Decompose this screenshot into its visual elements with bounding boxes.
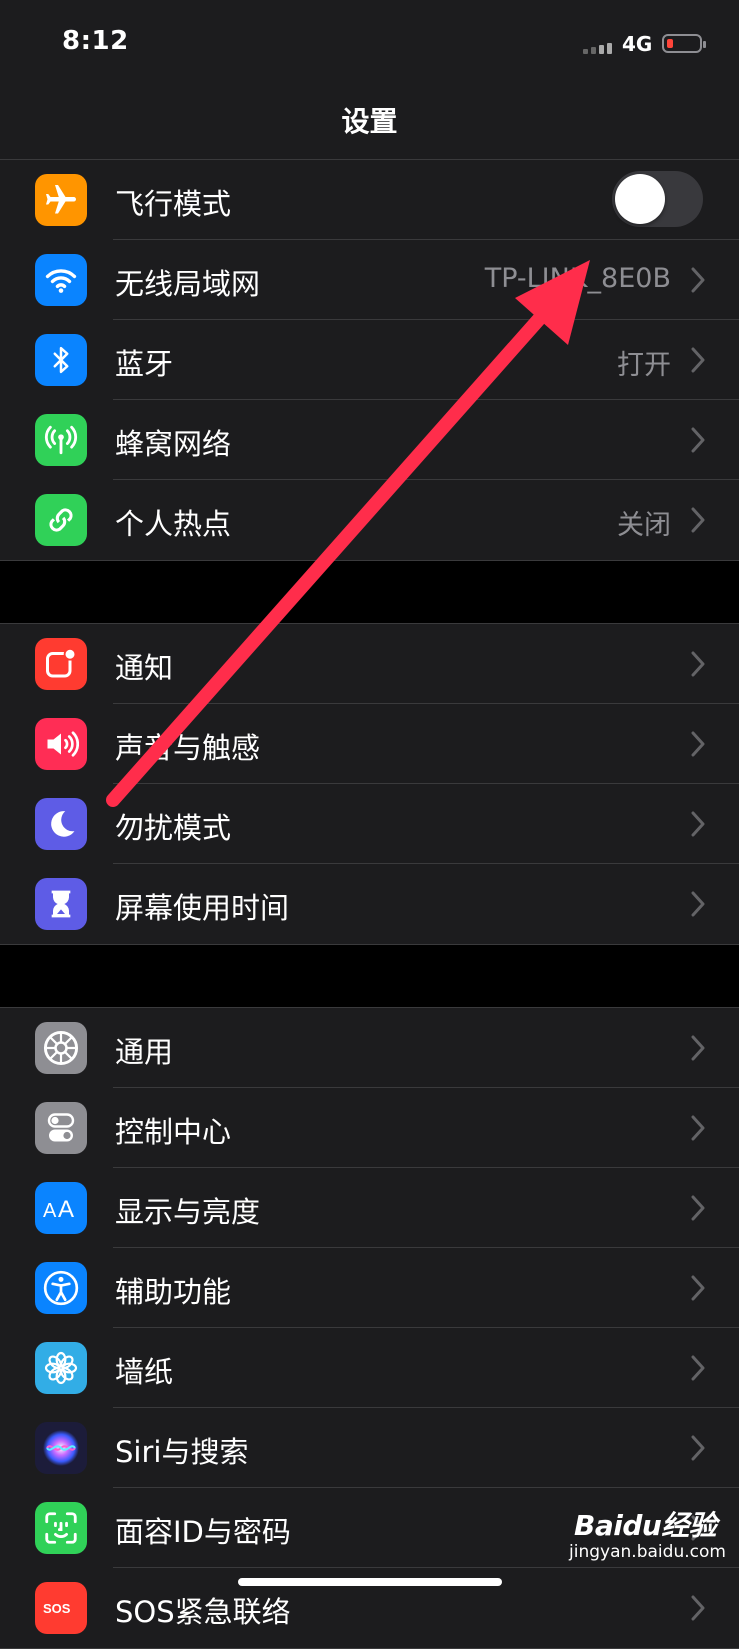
- settings-row-label: 声音与触感: [115, 731, 261, 765]
- settings-row-wifi[interactable]: 无线局域网 TP-LINK_8E0B: [0, 240, 739, 320]
- chevron-right-icon: [691, 347, 705, 373]
- airplane-icon: [35, 174, 87, 226]
- hotspot-chain-icon: [35, 494, 87, 546]
- chevron-right-icon: [691, 811, 705, 837]
- svg-text:SOS: SOS: [43, 1601, 71, 1616]
- settings-row-value: 打开: [617, 350, 671, 381]
- settings-row-label: 飞行模式: [115, 187, 232, 221]
- bluetooth-icon: [35, 334, 87, 386]
- navigation-bar: 设置: [0, 90, 739, 160]
- settings-row-screentime[interactable]: 屏幕使用时间: [0, 864, 739, 944]
- chevron-right-icon: [691, 891, 705, 917]
- chevron-right-icon: [691, 1115, 705, 1141]
- settings-group-connectivity: 飞行模式 无线局域网 TP-LINK_8E0B 蓝牙 打开 蜂窝网络 个人热点: [0, 159, 739, 561]
- flower-icon: [35, 1342, 87, 1394]
- battery-icon: [662, 34, 706, 53]
- face-id-icon: [35, 1502, 87, 1554]
- gear-icon: [35, 1022, 87, 1074]
- settings-row-hotspot[interactable]: 个人热点 关闭: [0, 480, 739, 560]
- settings-row-label: 无线局域网: [115, 267, 261, 301]
- moon-icon: [35, 798, 87, 850]
- settings-row-dnd[interactable]: 勿扰模式: [0, 784, 739, 864]
- settings-row-notifications[interactable]: 通知: [0, 624, 739, 704]
- settings-row-wallpaper[interactable]: 墙纸: [0, 1328, 739, 1408]
- chevron-right-icon: [691, 1595, 705, 1621]
- chevron-right-icon: [691, 427, 705, 453]
- chevron-right-icon: [691, 1435, 705, 1461]
- airplane-mode-toggle[interactable]: [612, 171, 703, 227]
- signal-strength-icon: [583, 43, 612, 54]
- settings-row-label: 个人热点: [115, 507, 232, 541]
- watermark-brand: Baidu经验: [574, 1509, 717, 1542]
- home-indicator[interactable]: [238, 1578, 502, 1586]
- notification-icon: [35, 638, 87, 690]
- settings-row-label: 面容ID与密码: [115, 1515, 291, 1549]
- chevron-right-icon: [691, 731, 705, 757]
- settings-row-label: 蓝牙: [115, 347, 174, 381]
- chevron-right-icon: [691, 1355, 705, 1381]
- settings-row-airplane[interactable]: 飞行模式: [0, 160, 739, 240]
- antenna-icon: [35, 414, 87, 466]
- watermark-url: jingyan.baidu.com: [569, 1542, 726, 1562]
- network-type: 4G: [622, 32, 653, 56]
- page-title: 设置: [341, 105, 398, 138]
- settings-row-label: 勿扰模式: [115, 811, 232, 845]
- chevron-right-icon: [691, 1035, 705, 1061]
- settings-row-label: 屏幕使用时间: [115, 891, 290, 925]
- wifi-icon: [35, 254, 87, 306]
- sos-icon: SOS: [35, 1582, 87, 1634]
- settings-row-label: 辅助功能: [115, 1275, 232, 1309]
- text-size-icon: AA: [35, 1182, 87, 1234]
- siri-icon: [35, 1422, 87, 1474]
- settings-row-label: SOS紧急联络: [115, 1595, 291, 1629]
- settings-row-general[interactable]: 通用: [0, 1008, 739, 1088]
- settings-row-display[interactable]: AA 显示与亮度: [0, 1168, 739, 1248]
- settings-row-control-center[interactable]: 控制中心: [0, 1088, 739, 1168]
- settings-row-sounds[interactable]: 声音与触感: [0, 704, 739, 784]
- svg-text:A: A: [43, 1200, 57, 1222]
- chevron-right-icon: [691, 507, 705, 533]
- hourglass-icon: [35, 878, 87, 930]
- chevron-right-icon: [691, 1195, 705, 1221]
- settings-row-siri[interactable]: Siri与搜索: [0, 1408, 739, 1488]
- speaker-icon: [35, 718, 87, 770]
- settings-row-bluetooth[interactable]: 蓝牙 打开: [0, 320, 739, 400]
- settings-row-label: 通用: [115, 1035, 174, 1069]
- accessibility-icon: [35, 1262, 87, 1314]
- chevron-right-icon: [691, 651, 705, 677]
- settings-row-label: 控制中心: [115, 1115, 232, 1149]
- settings-row-label: 蜂窝网络: [115, 427, 232, 461]
- chevron-right-icon: [691, 1275, 705, 1301]
- settings-row-accessibility[interactable]: 辅助功能: [0, 1248, 739, 1328]
- status-time: 8:12: [62, 26, 129, 56]
- svg-text:A: A: [58, 1196, 74, 1223]
- settings-row-label: 通知: [115, 651, 174, 685]
- baidu-watermark: Baidu经验 jingyan.baidu.com: [560, 1502, 735, 1572]
- settings-row-label: Siri与搜索: [115, 1435, 249, 1469]
- settings-group-notifications: 通知 声音与触感 勿扰模式 屏幕使用时间: [0, 623, 739, 945]
- chevron-right-icon: [691, 267, 705, 293]
- settings-row-label: 显示与亮度: [115, 1195, 261, 1229]
- switches-icon: [35, 1102, 87, 1154]
- settings-row-label: 墙纸: [115, 1355, 174, 1389]
- status-bar: 8:12 4G: [0, 0, 739, 90]
- settings-row-value: 关闭: [617, 510, 671, 541]
- settings-row-value: TP-LINK_8E0B: [484, 263, 671, 294]
- settings-row-cellular[interactable]: 蜂窝网络: [0, 400, 739, 480]
